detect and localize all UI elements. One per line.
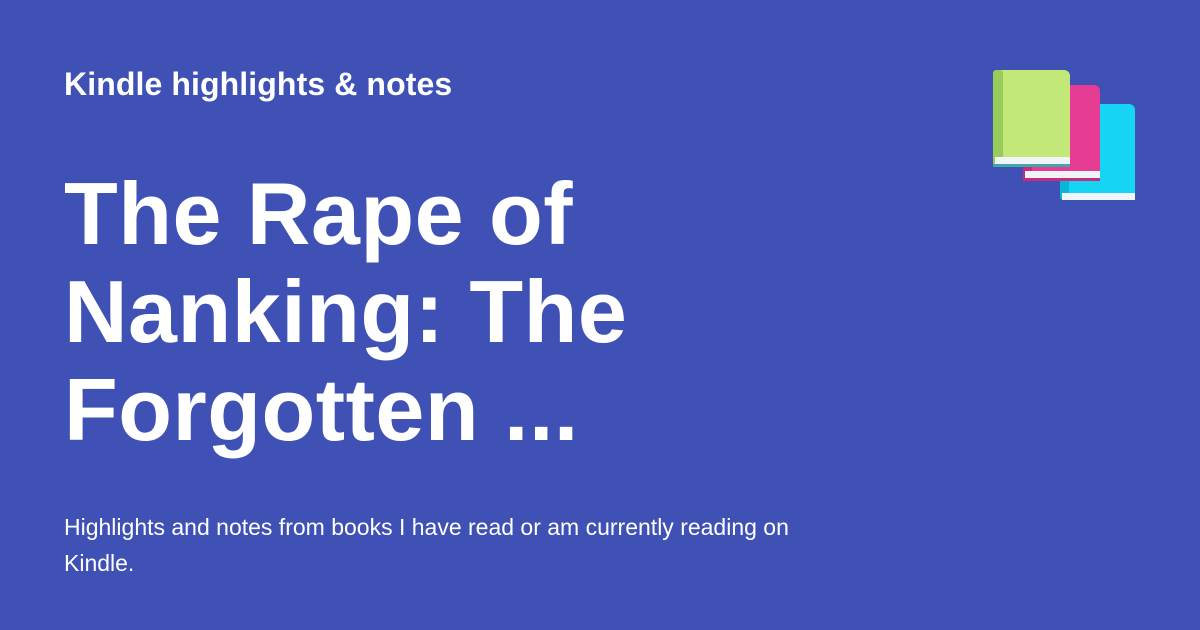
book-green-base: [993, 164, 1070, 167]
book-pink-pages: [1025, 171, 1100, 178]
site-name: Kindle highlights & notes: [64, 66, 453, 102]
book-green-pages: [995, 157, 1070, 164]
book-pink-base: [1023, 178, 1100, 181]
book-green: [993, 70, 1070, 167]
book-green-spine: [993, 70, 1003, 167]
site-description: Highlights and notes from books I have r…: [64, 514, 789, 576]
books-icon: [993, 70, 1135, 200]
book-green-cover: [993, 70, 1070, 167]
book-cyan-pages: [1062, 193, 1135, 200]
social-card: Kindle highlights & notes The Rape of Na…: [0, 0, 1200, 630]
book-title: The Rape of Nanking: The Forgotten ...: [64, 164, 628, 459]
